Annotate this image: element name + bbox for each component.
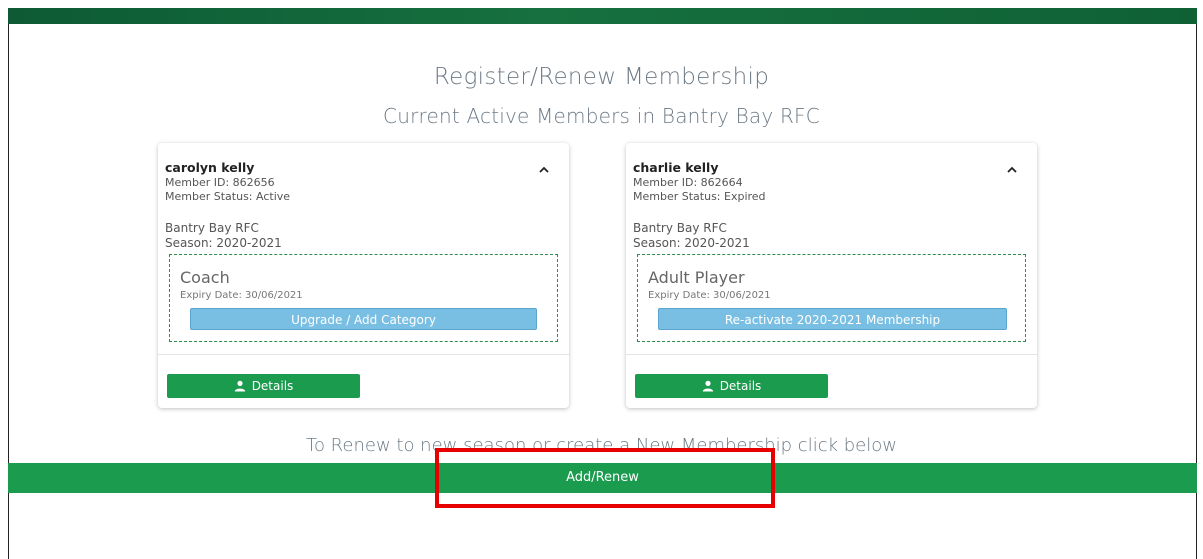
member-status: Member Status: Active	[165, 190, 291, 203]
category-box: Adult Player Expiry Date: 30/06/2021 Re-…	[637, 254, 1026, 342]
details-button[interactable]: Details	[635, 374, 828, 398]
reactivate-membership-button[interactable]: Re-activate 2020-2021 Membership	[658, 308, 1007, 330]
expiry-date: Expiry Date: 30/06/2021	[648, 290, 771, 301]
user-icon	[702, 380, 713, 392]
upgrade-category-button[interactable]: Upgrade / Add Category	[190, 308, 537, 330]
add-renew-button[interactable]: Add/Renew	[8, 463, 1197, 493]
member-id: Member ID: 862664	[633, 176, 743, 189]
details-button[interactable]: Details	[167, 374, 360, 398]
card-divider	[158, 354, 569, 355]
category-box: Coach Expiry Date: 30/06/2021 Upgrade / …	[169, 254, 558, 342]
member-name: carolyn kelly	[165, 160, 255, 175]
page-subtitle: Current Active Members in Bantry Bay RFC	[383, 104, 820, 128]
category-name: Coach	[180, 268, 230, 287]
details-label: Details	[719, 379, 762, 393]
club-name: Bantry Bay RFC	[165, 221, 259, 235]
user-icon	[234, 380, 245, 392]
category-name: Adult Player	[648, 268, 745, 287]
details-label: Details	[251, 379, 294, 393]
top-banner	[8, 8, 1197, 24]
chevron-up-icon[interactable]	[1007, 165, 1017, 175]
club-name: Bantry Bay RFC	[633, 221, 727, 235]
member-card: charlie kelly Member ID: 862664 Member S…	[626, 143, 1037, 408]
season-label: Season: 2020-2021	[633, 236, 750, 250]
member-card: carolyn kelly Member ID: 862656 Member S…	[158, 143, 569, 408]
renew-instruction: To Renew to new season or create a New M…	[306, 435, 897, 456]
member-id: Member ID: 862656	[165, 176, 275, 189]
page-title: Register/Renew Membership	[433, 64, 770, 90]
season-label: Season: 2020-2021	[165, 236, 282, 250]
card-divider	[626, 354, 1037, 355]
chevron-up-icon[interactable]	[539, 165, 549, 175]
expiry-date: Expiry Date: 30/06/2021	[180, 290, 303, 301]
member-status: Member Status: Expired	[633, 190, 766, 203]
member-name: charlie kelly	[633, 160, 719, 175]
